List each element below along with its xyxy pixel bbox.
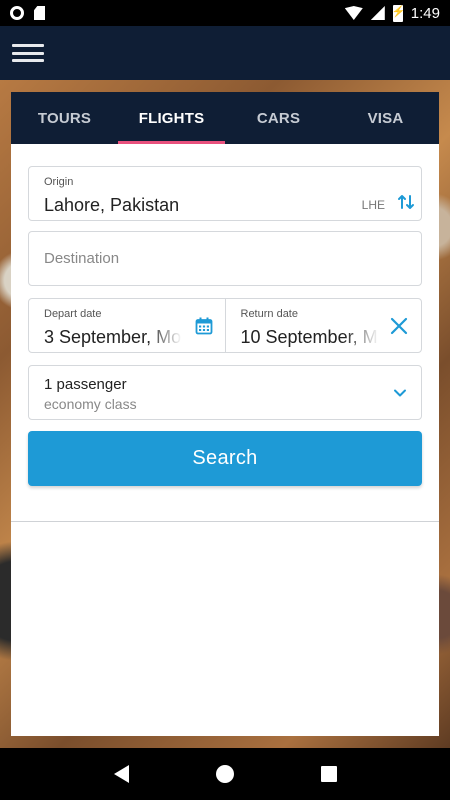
origin-field[interactable]: Origin Lahore, Pakistan LHE xyxy=(28,166,422,221)
app-bar xyxy=(0,26,450,80)
wifi-icon xyxy=(344,6,363,20)
back-icon[interactable] xyxy=(113,765,129,783)
cell-signal-icon xyxy=(370,6,385,20)
depart-date-field[interactable]: Depart date 3 September, Mo xyxy=(29,299,225,352)
destination-field[interactable]: Destination xyxy=(28,231,422,286)
tab-cars[interactable]: CARS xyxy=(225,92,332,144)
flight-search-form: Origin Lahore, Pakistan LHE Destination … xyxy=(11,144,439,486)
depart-date-label: Depart date xyxy=(44,308,102,320)
destination-placeholder: Destination xyxy=(44,250,120,267)
return-date-label: Return date xyxy=(240,308,298,320)
tab-bar: TOURS FLIGHTS CARS VISA xyxy=(11,92,439,144)
swap-arrows-icon[interactable] xyxy=(397,193,415,211)
passenger-count: 1 passenger xyxy=(44,376,127,393)
status-time: 1:49 xyxy=(410,4,440,22)
search-card: TOURS FLIGHTS CARS VISA Origin Lahore, P… xyxy=(11,92,439,736)
tab-tours[interactable]: TOURS xyxy=(11,92,118,144)
tab-flights[interactable]: FLIGHTS xyxy=(118,92,225,144)
origin-value: Lahore, Pakistan xyxy=(44,195,180,215)
divider xyxy=(11,521,439,522)
home-icon[interactable] xyxy=(215,765,234,783)
sd-card-icon xyxy=(34,6,45,20)
return-date-value: 10 September, M xyxy=(240,327,378,347)
search-button[interactable]: Search xyxy=(28,431,422,486)
notification-circle-icon xyxy=(10,6,24,20)
navigation-bar xyxy=(0,748,450,800)
hamburger-menu-icon[interactable] xyxy=(12,41,44,65)
return-date-field[interactable]: Return date 10 September, M xyxy=(224,299,422,352)
close-icon[interactable] xyxy=(389,316,409,336)
calendar-icon[interactable] xyxy=(195,317,213,335)
passengers-selector[interactable]: 1 passenger economy class xyxy=(28,365,422,420)
status-bar: 1:49 xyxy=(0,0,450,26)
battery-charging-icon xyxy=(392,4,405,22)
depart-date-value: 3 September, Mo xyxy=(44,327,182,347)
origin-label: Origin xyxy=(44,176,74,188)
tab-visa[interactable]: VISA xyxy=(332,92,439,144)
recent-apps-icon[interactable] xyxy=(320,766,337,782)
date-row: Depart date 3 September, Mo Return date … xyxy=(28,298,422,353)
origin-code: LHE xyxy=(361,198,385,212)
chevron-down-icon xyxy=(394,389,406,397)
cabin-class: economy class xyxy=(44,396,137,412)
